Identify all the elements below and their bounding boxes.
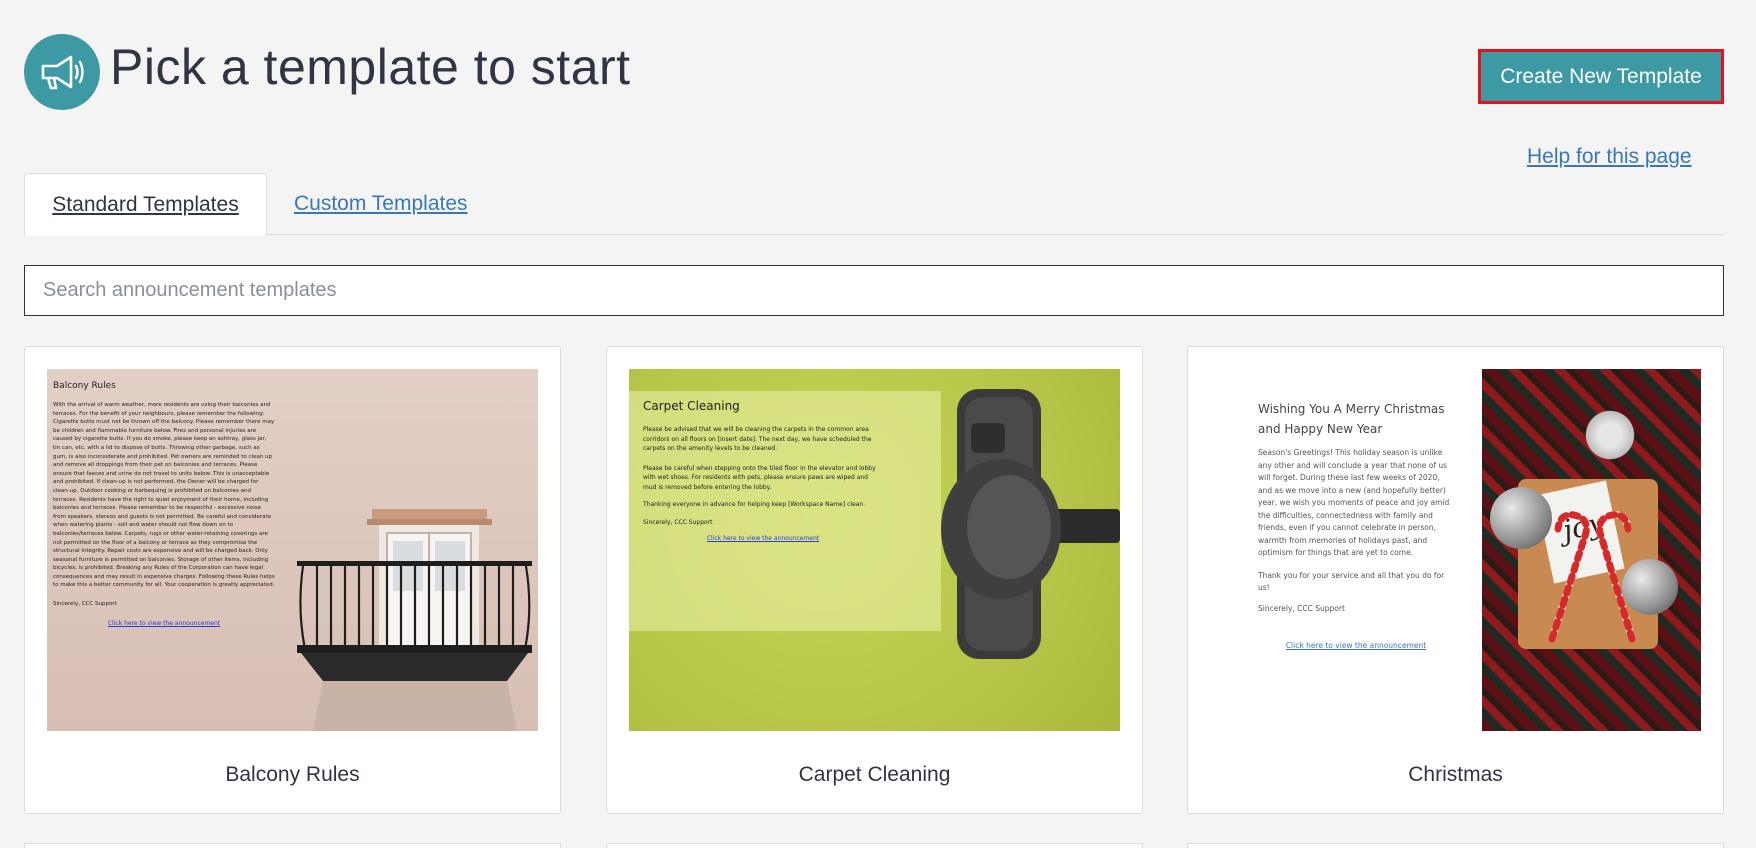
preview-body: With the arrival of warm weather, more r… <box>53 402 275 589</box>
preview-text: Carpet Cleaning Please be advised that w… <box>643 399 883 542</box>
preview-body: Please be advised that we will be cleani… <box>643 426 872 452</box>
template-card-title: Carpet Cleaning <box>798 763 951 786</box>
template-card[interactable] <box>1187 843 1724 848</box>
template-card-balcony-rules[interactable]: Balcony Rules With the arrival of warm w… <box>24 346 561 814</box>
preview-link: Click here to view the announcement <box>107 619 221 627</box>
vacuum-illustration <box>941 389 1120 659</box>
preview-signoff: Sincerely, CCC Support <box>1258 603 1345 613</box>
template-card-carpet-cleaning[interactable]: Carpet Cleaning Please be advised that w… <box>606 346 1143 814</box>
help-link[interactable]: Help for this page <box>1527 145 1692 169</box>
preview-link: Click here to view the announcement <box>1285 641 1427 650</box>
template-card[interactable] <box>24 843 561 848</box>
preview-body-2: Please be careful when stepping onto the… <box>643 464 876 491</box>
preview-body: Season's Greetings! This holiday season … <box>1258 448 1450 557</box>
tab-custom-templates[interactable]: Custom Templates <box>294 173 468 235</box>
preview-text: Balcony Rules With the arrival of warm w… <box>53 381 275 627</box>
preview-heading: Carpet Cleaning <box>643 399 740 413</box>
template-card-title: Balcony Rules <box>225 763 360 786</box>
preview-signoff: Sincerely, CCC Support <box>643 518 713 526</box>
preview-signoff: Sincerely, CCC Support <box>53 601 117 608</box>
preview-heading: Balcony Rules <box>53 381 116 391</box>
balcony-illustration <box>297 509 532 731</box>
template-preview-image: Carpet Cleaning Please be advised that w… <box>629 369 1120 731</box>
template-preview-image: Balcony Rules With the arrival of warm w… <box>47 369 538 731</box>
template-tabs: Standard Templates Custom Templates <box>24 173 1724 236</box>
preview-text: Wishing You A Merry Christmas and Happy … <box>1258 399 1454 650</box>
tab-standard-templates[interactable]: Standard Templates <box>24 173 267 236</box>
template-card-title: Christmas <box>1408 763 1503 786</box>
page-title: Pick a template to start <box>110 39 631 95</box>
snowflake-ornament <box>1582 407 1638 463</box>
christmas-photo: joy <box>1482 369 1701 731</box>
template-card[interactable] <box>606 843 1143 848</box>
preview-body-3: Thanking everyone in advance for helping… <box>643 501 866 508</box>
preview-heading: Wishing You A Merry Christmas and Happy … <box>1258 402 1445 436</box>
search-input[interactable] <box>24 265 1724 316</box>
create-new-template-button[interactable]: Create New Template <box>1478 49 1724 104</box>
announcement-megaphone-icon <box>24 34 100 110</box>
candy-cane-illustration <box>1548 511 1636 643</box>
preview-body-2: Thank you for your service and all that … <box>1258 570 1445 593</box>
template-preview-image: Wishing You A Merry Christmas and Happy … <box>1210 369 1701 731</box>
preview-link: Click here to view the announcement <box>706 535 820 542</box>
template-card-christmas[interactable]: Wishing You A Merry Christmas and Happy … <box>1187 346 1724 814</box>
